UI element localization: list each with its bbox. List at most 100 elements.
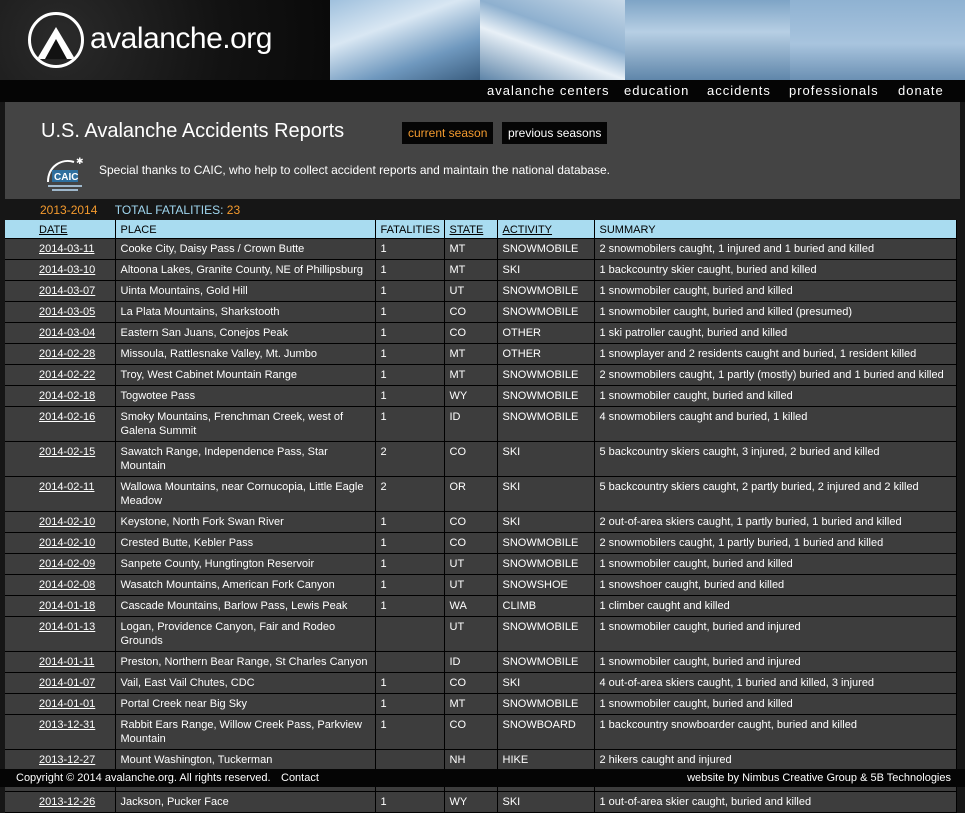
- cell-state: WA: [444, 595, 498, 617]
- cell-activity: SNOWMOBILE: [497, 553, 595, 575]
- cell-date[interactable]: 2014-03-04: [5, 322, 116, 344]
- column-header-state[interactable]: STATE: [444, 220, 498, 239]
- cell-state: CO: [444, 322, 498, 344]
- table-row: 2014-03-05 La Plata Mountains, Sharkstoot…: [5, 301, 957, 323]
- cell-summary: 2 snowmobilers caught, 1 injured and 1 b…: [594, 238, 957, 260]
- cell-summary: 1 snowplayer and 2 residents caught and …: [594, 343, 957, 365]
- nav-avalanche-centers[interactable]: avalanche centers: [487, 83, 610, 98]
- cell-date[interactable]: 2014-02-22: [5, 364, 116, 386]
- cell-state: CO: [444, 672, 498, 694]
- cell-state: CO: [444, 532, 498, 554]
- cell-activity: OTHER: [497, 343, 595, 365]
- column-header-fatalities: FATALITIES: [375, 220, 445, 239]
- table-row: 2014-02-10 Keystone, North Fork Swan Rive…: [5, 511, 957, 533]
- cell-date[interactable]: 2014-02-16: [5, 406, 116, 442]
- cell-state: CO: [444, 714, 498, 750]
- table-row: 2014-02-18 Togwotee Pass 1 WY SNOWMOBILE 1 sn…: [5, 385, 957, 407]
- cell-activity: SNOWMOBILE: [497, 693, 595, 715]
- current-season-button[interactable]: current season: [402, 122, 494, 144]
- table-row: 2014-02-10 Crested Butte, Kebler Pass 1 CO S…: [5, 532, 957, 554]
- nav-accidents[interactable]: accidents: [707, 83, 771, 98]
- cell-place: Togwotee Pass: [115, 385, 376, 407]
- cell-date[interactable]: 2014-02-18: [5, 385, 116, 407]
- cell-date[interactable]: 2014-01-13: [5, 616, 116, 652]
- cell-activity: HIKE: [497, 749, 595, 771]
- cell-place: Cascade Mountains, Barlow Pass, Lewis Pe…: [115, 595, 376, 617]
- caic-logo-icon[interactable]: ✱ CAIC: [40, 152, 90, 194]
- cell-state: ID: [444, 406, 498, 442]
- table-row: 2014-02-28 Missoula, Rattlesnake Valley, …: [5, 343, 957, 365]
- cell-date[interactable]: 2014-02-11: [5, 476, 116, 512]
- cell-state: CO: [444, 441, 498, 477]
- cell-fatalities: 1: [375, 301, 445, 323]
- cell-date[interactable]: 2013-12-31: [5, 714, 116, 750]
- cell-activity: SKI: [497, 511, 595, 533]
- cell-fatalities: [375, 616, 445, 652]
- table-row: 2013-12-26 Jackson, Pucker Face 1 WY SKI 1 ou…: [5, 791, 957, 813]
- cell-fatalities: [375, 749, 445, 771]
- column-header-activity[interactable]: ACTIVITY: [497, 220, 595, 239]
- cell-summary: 1 snowmobiler caught, buried and killed: [594, 693, 957, 715]
- cell-fatalities: 1: [375, 238, 445, 260]
- cell-place: Smoky Mountains, Frenchman Creek, west o…: [115, 406, 376, 442]
- cell-summary: 1 climber caught and killed: [594, 595, 957, 617]
- cell-place: Crested Butte, Kebler Pass: [115, 532, 376, 554]
- accidents-table: DATE PLACE FATALITIES STATE ACTIVITY SUM…: [5, 220, 957, 813]
- cell-date[interactable]: 2014-01-01: [5, 693, 116, 715]
- cell-summary: 1 snowmobiler caught, buried and injured: [594, 651, 957, 673]
- cell-activity: SNOWMOBILE: [497, 238, 595, 260]
- cell-date[interactable]: 2014-02-10: [5, 511, 116, 533]
- table-row: 2014-02-09 Sanpete County, Hungtington Re…: [5, 553, 957, 575]
- table-row: 2014-02-08 Wasatch Mountains, American Fo…: [5, 574, 957, 596]
- cell-place: Wasatch Mountains, American Fork Canyon: [115, 574, 376, 596]
- column-header-place: PLACE: [115, 220, 376, 239]
- cell-date[interactable]: 2014-03-10: [5, 259, 116, 281]
- thanks-text: Special thanks to CAIC, who help to coll…: [99, 163, 610, 177]
- cell-date[interactable]: 2014-02-08: [5, 574, 116, 596]
- contact-link[interactable]: Contact: [281, 772, 319, 784]
- credit-text: website by Nimbus Creative Group & 5B Te…: [687, 772, 951, 784]
- cell-fatalities: 1: [375, 511, 445, 533]
- total-fatalities-count: 23: [226, 203, 241, 217]
- nav-professionals[interactable]: professionals: [789, 83, 879, 98]
- cell-place: Keystone, North Fork Swan River: [115, 511, 376, 533]
- cell-date[interactable]: 2014-02-09: [5, 553, 116, 575]
- header-photo-hikers: [790, 0, 965, 80]
- cell-date[interactable]: 2014-01-11: [5, 651, 116, 673]
- cell-date[interactable]: 2014-02-10: [5, 532, 116, 554]
- cell-summary: 1 ski patroller caught, buried and kille…: [594, 322, 957, 344]
- cell-place: Wallowa Mountains, near Cornucopia, Litt…: [115, 476, 376, 512]
- cell-state: CO: [444, 511, 498, 533]
- cell-date[interactable]: 2014-03-11: [5, 238, 116, 260]
- cell-activity: SNOWMOBILE: [497, 280, 595, 302]
- table-row: 2014-01-13 Logan, Providence Canyon, Fair…: [5, 616, 957, 652]
- cell-place: Sanpete County, Hungtington Reservoir: [115, 553, 376, 575]
- nav-education[interactable]: education: [624, 83, 689, 98]
- table-row: 2014-03-07 Uinta Mountains, Gold Hill 1 UT S…: [5, 280, 957, 302]
- cell-date[interactable]: 2014-03-05: [5, 301, 116, 323]
- cell-fatalities: 1: [375, 574, 445, 596]
- nav-donate[interactable]: donate: [898, 83, 944, 98]
- cell-date[interactable]: 2014-02-15: [5, 441, 116, 477]
- cell-date[interactable]: 2014-03-07: [5, 280, 116, 302]
- table-row: 2013-12-31 Rabbit Ears Range, Willow Cree…: [5, 714, 957, 750]
- cell-date[interactable]: 2014-01-18: [5, 595, 116, 617]
- cell-date[interactable]: 2013-12-26: [5, 791, 116, 813]
- intro-panel: U.S. Avalanche Accidents Reports current…: [5, 102, 960, 199]
- cell-date[interactable]: 2014-02-28: [5, 343, 116, 365]
- cell-state: OR: [444, 476, 498, 512]
- cell-activity: SNOWMOBILE: [497, 301, 595, 323]
- cell-place: Cooke City, Daisy Pass / Crown Butte: [115, 238, 376, 260]
- cell-date[interactable]: 2014-01-07: [5, 672, 116, 694]
- cell-place: Mount Washington, Tuckerman: [115, 749, 376, 771]
- previous-seasons-button[interactable]: previous seasons: [502, 122, 608, 144]
- cell-date[interactable]: 2013-12-27: [5, 749, 116, 771]
- cell-fatalities: 1: [375, 595, 445, 617]
- cell-activity: SKI: [497, 259, 595, 281]
- table-row: 2014-02-11 Wallowa Mountains, near Cornuc…: [5, 476, 957, 512]
- column-header-date[interactable]: DATE: [5, 220, 116, 239]
- cell-summary: 1 backcountry skier caught, buried and k…: [594, 259, 957, 281]
- cell-activity: SNOWSHOE: [497, 574, 595, 596]
- logo[interactable]: avalanche.org: [0, 0, 330, 80]
- cell-activity: SNOWMOBILE: [497, 406, 595, 442]
